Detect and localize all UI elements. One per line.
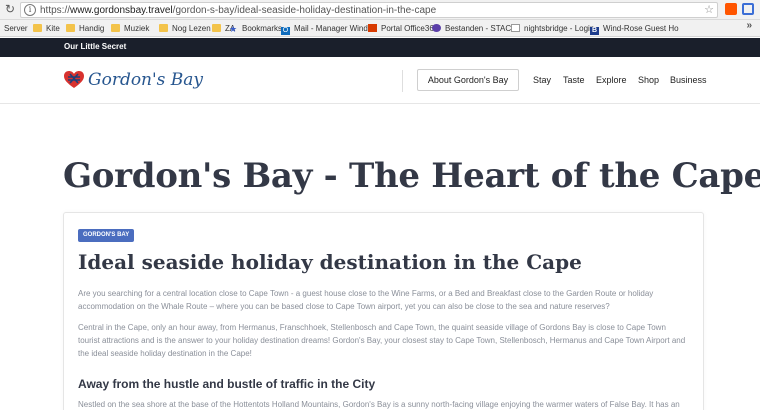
more-bookmarks-icon[interactable]: » xyxy=(746,20,752,31)
article-paragraph: Central in the Cape, only an hour away, … xyxy=(78,323,686,358)
bookmark-label: Wind-Rose Guest Ho xyxy=(603,24,679,33)
bookmark-label: Handig xyxy=(79,24,105,33)
folder-icon xyxy=(159,24,168,32)
bookmark-item[interactable]: Server xyxy=(4,22,28,35)
page-title: Gordon's Bay - The Heart of the Cape xyxy=(63,156,760,196)
bookmark-item[interactable]: Handig xyxy=(66,22,104,35)
nav-divider xyxy=(402,70,403,92)
bookmark-label: Bookmarks xyxy=(242,24,283,33)
nav-taste[interactable]: Taste xyxy=(563,75,585,85)
reload-icon[interactable]: ↻ xyxy=(5,3,18,16)
article-paragraph: Nestled on the sea shore at the base of … xyxy=(78,400,680,409)
logo-text: Gordon's Bay xyxy=(88,70,204,90)
outlook-icon: O xyxy=(281,27,290,35)
bookmark-item[interactable]: nightsbridge - Login xyxy=(511,22,594,35)
bookmark-item[interactable]: B Wind-Rose Guest Ho xyxy=(590,22,679,35)
nav-shop[interactable]: Shop xyxy=(638,75,659,85)
nav-explore[interactable]: Explore xyxy=(596,75,627,85)
browser-address-bar: ↻ i https://www.gordonsbay.travel/gordon… xyxy=(0,0,760,20)
article-card: GORDON'S BAY Ideal seaside holiday desti… xyxy=(63,212,704,410)
article-subheading: Away from the hustle and bustle of traff… xyxy=(78,377,376,391)
bookmark-label: nightsbridge - Login xyxy=(524,24,595,33)
nav-business[interactable]: Business xyxy=(670,75,707,85)
bookmark-item[interactable]: Portal Office365 xyxy=(368,22,438,35)
bookmark-label: Bestanden - STACK xyxy=(445,24,517,33)
extension-icon[interactable] xyxy=(725,3,737,15)
article-paragraph: Are you searching for a central location… xyxy=(78,289,654,311)
top-strip: Our Little Secret xyxy=(0,38,760,57)
heart-logo-icon xyxy=(64,71,84,88)
nav-stay[interactable]: Stay xyxy=(533,75,551,85)
extension-icon[interactable] xyxy=(742,3,754,15)
info-icon[interactable]: i xyxy=(24,4,36,16)
url-field[interactable]: i https://www.gordonsbay.travel/gordon-s… xyxy=(20,2,718,18)
bookmark-item[interactable]: O Mail - Manager Wind xyxy=(281,22,368,35)
bookmark-label: Server xyxy=(4,24,28,33)
bookmark-label: Mail - Manager Wind xyxy=(294,24,368,33)
page-icon xyxy=(511,24,520,32)
bookmark-item[interactable]: ★ Bookmarks xyxy=(229,22,282,35)
our-little-secret-link[interactable]: Our Little Secret xyxy=(64,42,126,51)
bookmark-label: Kite xyxy=(46,24,60,33)
category-tag[interactable]: GORDON'S BAY xyxy=(78,229,135,242)
b-icon: B xyxy=(590,27,599,35)
bookmark-item[interactable]: Kite xyxy=(33,22,60,35)
circle-icon xyxy=(432,24,441,32)
bookmark-label: Nog Lezen xyxy=(172,24,211,33)
folder-icon xyxy=(66,24,75,32)
site-header: Gordon's Bay About Gordon's Bay Stay Tas… xyxy=(0,57,760,104)
article-title: Ideal seaside holiday destination in the… xyxy=(78,250,582,274)
office-icon xyxy=(368,24,377,32)
bookmark-star-icon[interactable]: ☆ xyxy=(704,3,714,16)
bookmark-item[interactable]: Nog Lezen xyxy=(159,22,211,35)
bookmark-label: Portal Office365 xyxy=(381,24,439,33)
star-icon: ★ xyxy=(229,24,238,34)
bookmark-item[interactable]: Muziek xyxy=(111,22,149,35)
folder-icon xyxy=(33,24,42,32)
bookmark-label: Muziek xyxy=(124,24,150,33)
bookmarks-bar: Server Kite Handig Muziek Nog Lezen ZA ★ Bookma… xyxy=(0,20,760,37)
nav-about-button[interactable]: About Gordon's Bay xyxy=(417,69,519,91)
folder-icon xyxy=(111,24,120,32)
folder-icon xyxy=(212,24,221,32)
bookmark-item[interactable]: Bestanden - STACK xyxy=(432,22,516,35)
url-text: https://www.gordonsbay.travel/gordon-s-b… xyxy=(40,5,437,16)
